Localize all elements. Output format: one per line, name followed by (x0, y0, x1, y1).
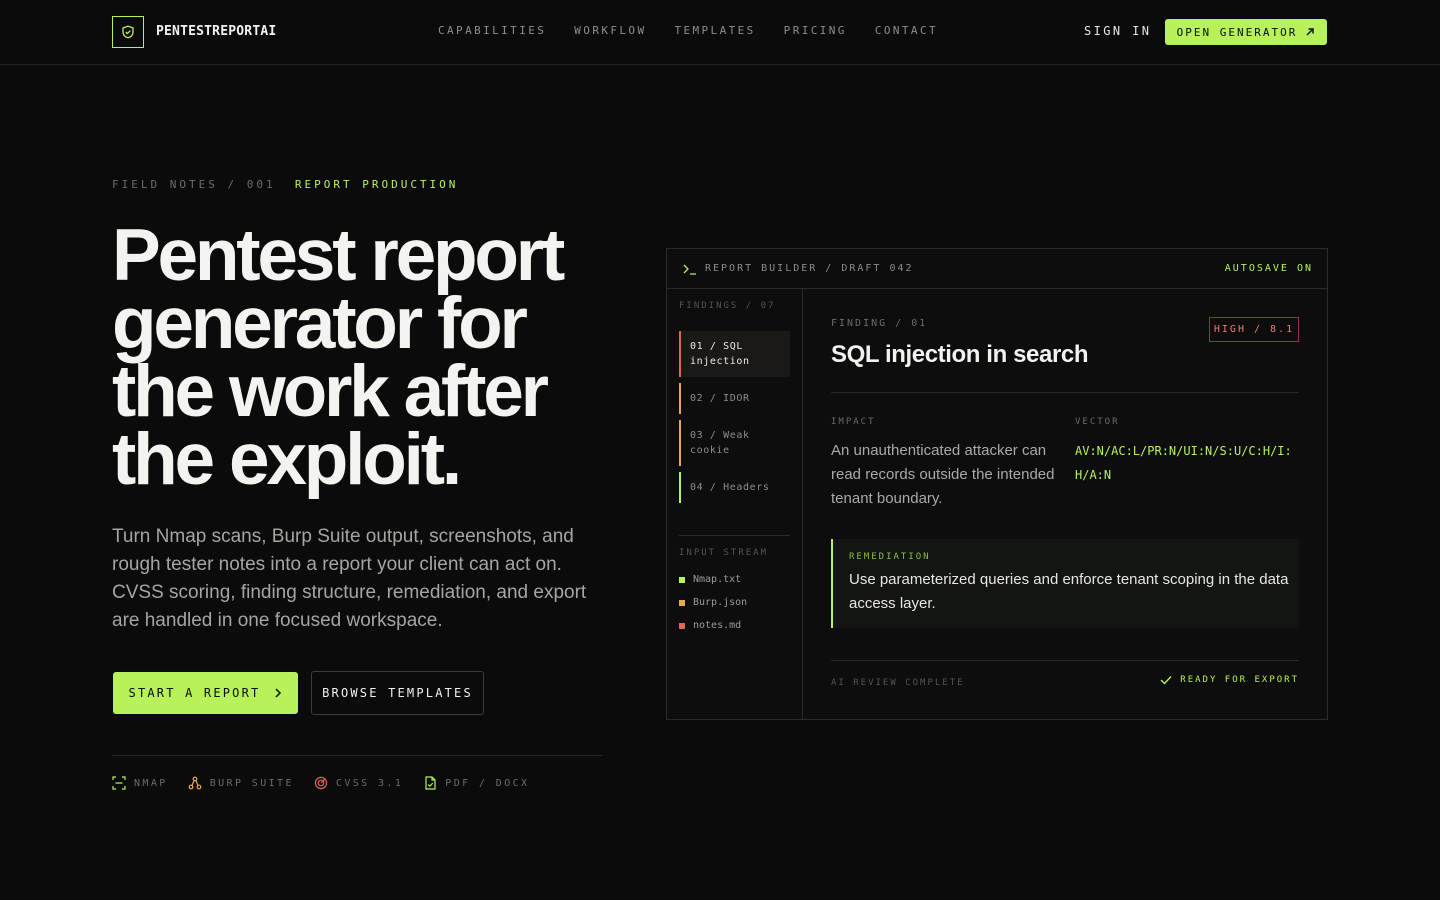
brand-name[interactable]: PENTESTREPORTAI (156, 24, 276, 39)
finding-item-label: 03 / Weak cookie (690, 430, 750, 456)
hero-subtitle: Turn Nmap scans, Burp Suite output, scre… (112, 526, 587, 631)
finding-item-label: 02 / IDOR (690, 393, 750, 404)
integrations-list: NMAP BURP SUITE CVSS 3.1 PDF / DOCX (112, 776, 530, 790)
integration-export-label: PDF / DOCX (445, 777, 530, 789)
nav-link-workflow[interactable]: WORKFLOW (574, 24, 646, 37)
sidebar-divider (679, 535, 790, 536)
integration-cvss-label: CVSS 3.1 (335, 777, 404, 789)
nav-links: CAPABILITIES WORKFLOW TEMPLATES PRICING … (438, 24, 938, 37)
finding-item-headers[interactable]: 04 / Headers (679, 472, 790, 503)
browse-templates-label: BROWSE TEMPLATES (322, 686, 473, 700)
finding-number: FINDING / 01 (831, 318, 928, 329)
vector-label: VECTOR (1075, 417, 1120, 427)
sign-in-link[interactable]: SIGN IN (1084, 24, 1151, 38)
finding-title[interactable]: SQL injection in search (831, 341, 1089, 369)
logo-shield-icon[interactable] (112, 16, 144, 48)
hero-title: Pentest report generator for the work af… (112, 215, 565, 500)
start-report-button[interactable]: START A REPORT (113, 672, 298, 714)
findings-count-label: FINDINGS / 07 (679, 301, 776, 311)
browse-templates-button[interactable]: BROWSE TEMPLATES (311, 671, 484, 715)
scan-icon (112, 776, 126, 790)
builder-title: REPORT BUILDER / DRAFT 042 (705, 263, 914, 274)
file-status-dot (679, 622, 685, 629)
check-icon (1160, 676, 1172, 685)
remediation-label: REMEDIATION (849, 552, 931, 562)
file-check-icon (425, 776, 436, 790)
integration-export: PDF / DOCX (423, 776, 529, 790)
nav-link-contact[interactable]: CONTACT (875, 24, 938, 37)
input-file-name: notes.md (693, 620, 742, 631)
ready-label: READY FOR EXPORT (1180, 675, 1299, 685)
ready-for-export-status: READY FOR EXPORT (1160, 675, 1299, 685)
finding-item-idor[interactable]: 02 / IDOR (679, 383, 790, 414)
input-file-name: Nmap.txt (693, 574, 742, 585)
ai-review-status: AI REVIEW COMPLETE (831, 678, 965, 688)
finding-item-label: 01 / SQL injection (690, 341, 750, 367)
chevron-right-icon (275, 688, 282, 698)
open-generator-button[interactable]: OPEN GENERATOR (1165, 19, 1327, 45)
input-stream-label: INPUT STREAM (679, 548, 769, 558)
finding-item-sql-injection[interactable]: 01 / SQL injection (679, 331, 790, 377)
severity-label: HIGH / 8.1 (1213, 324, 1295, 335)
report-builder-panel: REPORT BUILDER / DRAFT 042 AUTOSAVE ON F… (666, 248, 1328, 720)
builder-header: REPORT BUILDER / DRAFT 042 AUTOSAVE ON (667, 249, 1327, 289)
nav-link-pricing[interactable]: PRICING (784, 24, 847, 37)
input-file-notes[interactable]: notes.md (679, 620, 741, 631)
file-status-dot (679, 576, 685, 583)
network-nodes-icon (188, 776, 202, 790)
findings-sidebar: FINDINGS / 07 01 / SQL injection 02 / ID… (667, 289, 803, 719)
remediation-box[interactable]: REMEDIATION Use parameterized queries an… (831, 539, 1299, 628)
cvss-vector[interactable]: AV:N/AC:L/PR:N/UI:N/S:U/C:H/I:H/A:N (1075, 439, 1301, 487)
input-file-name: Burp.json (693, 597, 748, 608)
nav-link-templates[interactable]: TEMPLATES (674, 24, 755, 37)
finding-detail: FINDING / 01 HIGH / 8.1 SQL injection in… (804, 289, 1327, 719)
integration-burp-label: BURP SUITE (209, 777, 294, 789)
finding-item-label: 04 / Headers (690, 482, 770, 493)
hero-eyebrow: FIELD NOTES / 001 REPORT PRODUCTION (112, 178, 458, 191)
top-nav: PENTESTREPORTAI CAPABILITIES WORKFLOW TE… (0, 0, 1440, 65)
eyebrow-section: FIELD NOTES / 001 (112, 178, 276, 191)
autosave-status: AUTOSAVE ON (1224, 263, 1313, 274)
open-generator-label: OPEN GENERATOR (1176, 25, 1298, 39)
start-report-label: START A REPORT (128, 686, 261, 700)
hero-divider (112, 755, 602, 756)
impact-label: IMPACT (831, 417, 876, 427)
detail-divider (831, 392, 1299, 393)
integration-nmap: NMAP (112, 776, 168, 790)
finding-item-weak-cookie[interactable]: 03 / Weak cookie (679, 420, 769, 466)
integration-cvss: CVSS 3.1 (314, 776, 403, 790)
integration-burp: BURP SUITE (188, 776, 294, 790)
footer-divider (831, 660, 1299, 661)
file-status-dot (679, 599, 685, 606)
gauge-icon (314, 776, 328, 790)
terminal-prompt-icon (683, 264, 696, 275)
impact-text[interactable]: An unauthenticated attacker can read rec… (831, 439, 1056, 511)
input-file-burp[interactable]: Burp.json (679, 597, 747, 608)
eyebrow-topic: REPORT PRODUCTION (294, 178, 459, 191)
integration-nmap-label: NMAP (134, 777, 168, 789)
arrow-up-right-icon (1306, 28, 1315, 36)
nav-link-capabilities[interactable]: CAPABILITIES (438, 24, 546, 37)
input-file-nmap[interactable]: Nmap.txt (679, 574, 741, 585)
severity-badge: HIGH / 8.1 (1209, 317, 1299, 342)
remediation-text: Use parameterized queries and enforce te… (849, 571, 1289, 612)
